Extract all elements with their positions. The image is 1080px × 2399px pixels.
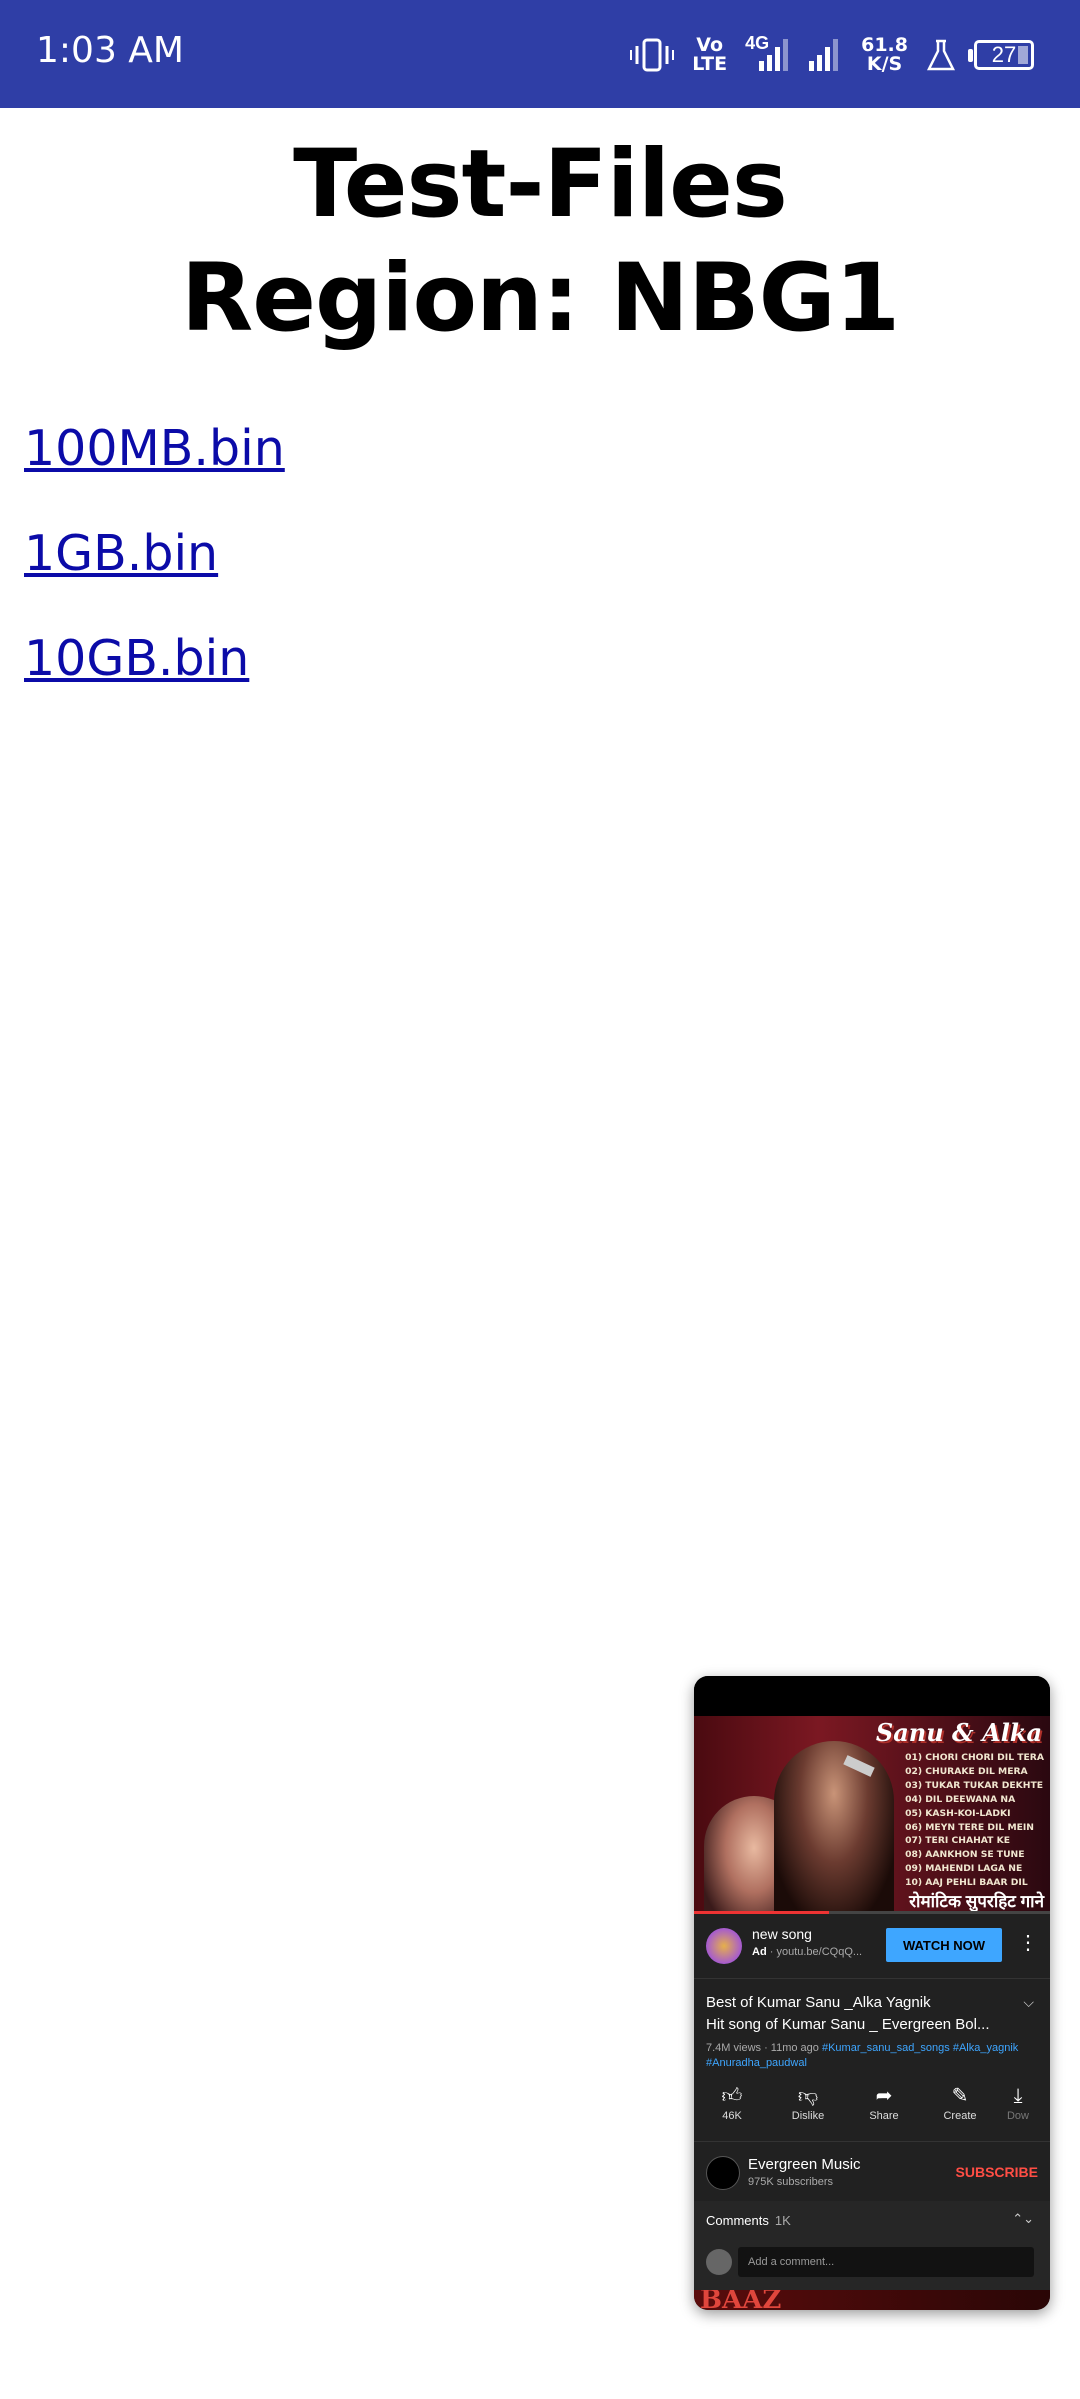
page-title-line2: Region: NBG1 bbox=[180, 244, 900, 353]
download-button[interactable]: ⤓ Dow bbox=[998, 2082, 1038, 2142]
status-icons: Vo LTE 4G 61.8 K/S 27 bbox=[630, 30, 1034, 80]
like-count: 46K bbox=[722, 2110, 742, 2122]
battery-icon: 27 bbox=[968, 40, 1034, 70]
channel-subscribers: 975K subscribers bbox=[748, 2176, 833, 2188]
hashtag-link[interactable]: #Kumar_sanu_sad_songs bbox=[822, 2042, 950, 2054]
file-link-10gb[interactable]: 10GB.bin bbox=[24, 630, 249, 687]
lab-icon bbox=[926, 38, 956, 72]
video-thumbnail[interactable]: Sanu & Alka 01) CHORI CHORI DIL TERA 02)… bbox=[694, 1716, 1050, 1914]
track-item: 05) KASH-KOI-LADKI bbox=[905, 1807, 1011, 1819]
comments-header: Comments 1K bbox=[706, 2213, 791, 2228]
signal-icon: 4G bbox=[745, 33, 789, 73]
track-item: 01) CHORI CHORI DIL TERA bbox=[905, 1752, 1044, 1763]
comments-label: Comments bbox=[706, 2213, 769, 2228]
hashtag-link[interactable]: #Alka_yagnik bbox=[953, 2042, 1018, 2054]
track-item: 03) TUKAR TUKAR DEKHTE bbox=[905, 1779, 1044, 1791]
network-speed: 61.8 K/S bbox=[861, 36, 908, 74]
like-button[interactable]: 👍︎ 46K bbox=[694, 2082, 770, 2142]
network-type: 4G bbox=[745, 33, 770, 53]
share-label: Share bbox=[869, 2110, 899, 2122]
signal-icon bbox=[807, 37, 843, 73]
file-link-100mb[interactable]: 100MB.bin bbox=[24, 420, 285, 477]
track-item: 07) TERI CHAHAT KE bbox=[905, 1835, 1011, 1847]
thumbnail-footer: रोमांटिक सुपरहिट गाने bbox=[909, 1892, 1044, 1911]
file-link-1gb[interactable]: 1GB.bin bbox=[24, 525, 218, 582]
download-label: Dow bbox=[1006, 2110, 1029, 2122]
video-meta: 7.4M views · 11mo ago #Kumar_sanu_sad_so… bbox=[706, 2041, 1042, 2071]
more-options-icon[interactable]: ⋮ bbox=[1018, 1930, 1038, 1955]
video-actions: 👍︎ 46K 👎︎ Dislike ➦ Share ✎ Create ⤓ Dow bbox=[694, 2082, 1050, 2142]
track-item: 06) MEYN TERE DIL MEIN bbox=[905, 1821, 1034, 1833]
track-item: 10) AAJ PEHLI BAAR DIL bbox=[905, 1877, 1028, 1889]
page-title: Test-Files Region: NBG1 bbox=[0, 128, 1080, 356]
subscribe-button[interactable]: SUBSCRIBE bbox=[956, 2164, 1038, 2180]
next-video-preview[interactable]: BAAZ bbox=[694, 2290, 1050, 2310]
comments-count: 1K bbox=[774, 2213, 791, 2228]
user-avatar bbox=[706, 2249, 732, 2275]
thumbnail-person-right bbox=[774, 1741, 894, 1914]
create-icon: ✎ bbox=[951, 2085, 969, 2107]
battery-level: 27 bbox=[991, 42, 1017, 67]
video-views: 7.4M views · 11mo ago bbox=[706, 2042, 819, 2054]
speed-unit: K/S bbox=[866, 53, 903, 75]
download-icon: ⤓ bbox=[1013, 2085, 1023, 2107]
video-title-line2[interactable]: Hit song of Kumar Sanu _ Evergreen Bol..… bbox=[706, 2016, 1006, 2033]
track-item: 08) AANKHON SE TUNE bbox=[905, 1849, 1025, 1861]
track-item: 09) MAHENDI LAGA NE bbox=[905, 1863, 1023, 1875]
youtube-pip-window[interactable]: Sanu & Alka 01) CHORI CHORI DIL TERA 02)… bbox=[694, 1676, 1050, 2310]
thumbnail-tracklist: 01) CHORI CHORI DIL TERA 02) CHURAKE DIL… bbox=[905, 1751, 1044, 1890]
channel-avatar[interactable] bbox=[706, 2156, 740, 2190]
channel-name[interactable]: Evergreen Music bbox=[748, 2156, 861, 2173]
status-time: 1:03 AM bbox=[36, 30, 184, 71]
chevron-down-icon[interactable]: ⌵ bbox=[1023, 1994, 1034, 2011]
thumbnail-heading: Sanu & Alka bbox=[875, 1718, 1042, 1747]
dislike-icon: 👎︎ bbox=[797, 2085, 819, 2107]
dislike-label: Dislike bbox=[791, 2110, 825, 2122]
dislike-button[interactable]: 👎︎ Dislike bbox=[770, 2082, 846, 2142]
status-bar: 1:03 AM Vo LTE 4G 61.8 K/S 27 bbox=[0, 0, 1080, 108]
create-button[interactable]: ✎ Create bbox=[922, 2082, 998, 2142]
ad-row[interactable]: new song Ad · youtu.be/CQqQ... WATCH NOW… bbox=[694, 1914, 1050, 1979]
pip-top-bar[interactable] bbox=[694, 1676, 1050, 1716]
watch-now-button[interactable]: WATCH NOW bbox=[886, 1928, 1002, 1962]
comments-section[interactable]: Comments 1K ⌃⌄ Add a comment... bbox=[694, 2201, 1050, 2293]
ad-avatar bbox=[706, 1928, 742, 1964]
volte-icon: Vo LTE bbox=[692, 36, 727, 74]
volte-bottom-label: LTE bbox=[692, 53, 728, 75]
track-item: 02) CHURAKE DIL MERA bbox=[905, 1765, 1028, 1777]
create-label: Create bbox=[943, 2110, 977, 2122]
share-button[interactable]: ➦ Share bbox=[846, 2082, 922, 2142]
expand-comments-icon[interactable]: ⌃⌄ bbox=[1012, 2211, 1034, 2227]
video-title-line1[interactable]: Best of Kumar Sanu _Alka Yagnik bbox=[706, 1994, 1006, 2011]
page-title-line1: Test-Files bbox=[293, 130, 788, 239]
like-icon: 👍︎ bbox=[721, 2085, 743, 2107]
ad-title: new song bbox=[752, 1926, 812, 1942]
channel-row[interactable]: Evergreen Music 975K subscribers SUBSCRI… bbox=[694, 2141, 1050, 2200]
add-comment-input[interactable]: Add a comment... bbox=[738, 2247, 1034, 2277]
track-item: 04) DIL DEEWANA NA bbox=[905, 1793, 1016, 1805]
vibrate-icon bbox=[630, 37, 675, 73]
ad-url: · youtu.be/CQqQ... bbox=[769, 1946, 863, 1958]
share-icon: ➦ bbox=[875, 2085, 893, 2107]
hashtag-link[interactable]: #Anuradha_paudwal bbox=[706, 2057, 807, 2069]
ad-badge: Ad bbox=[752, 1946, 767, 1958]
ad-subtitle: Ad · youtu.be/CQqQ... bbox=[752, 1946, 862, 1958]
